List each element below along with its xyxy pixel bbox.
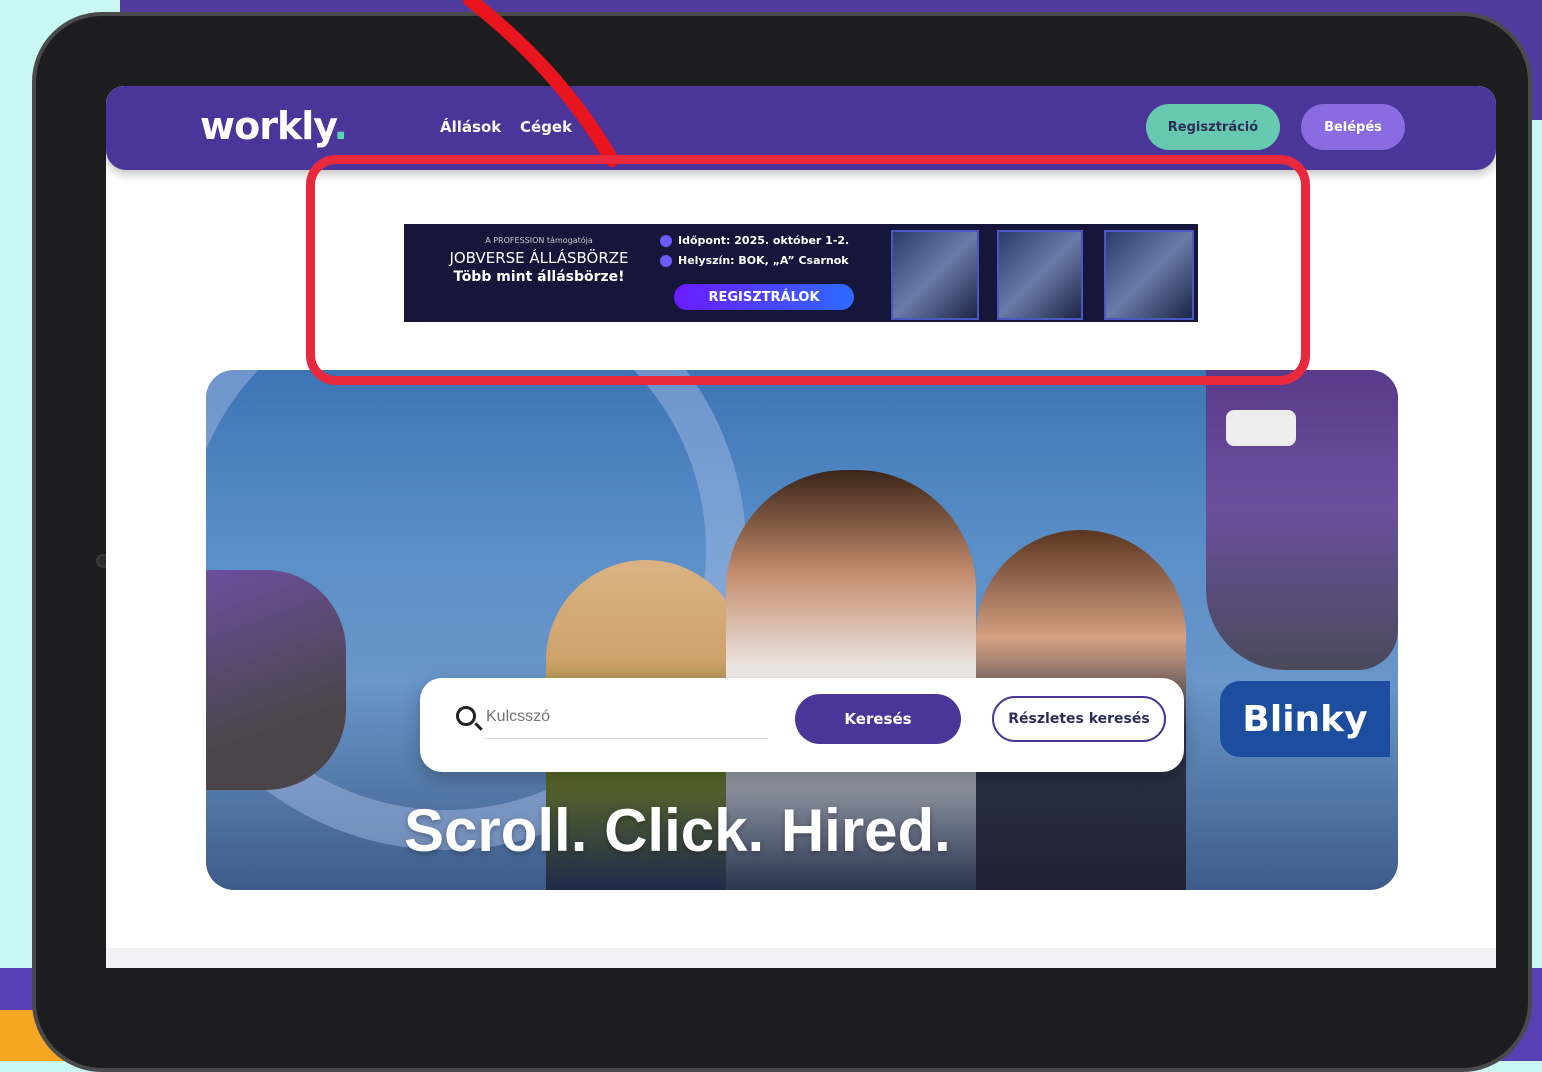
annotation-highlight-box — [306, 155, 1310, 385]
